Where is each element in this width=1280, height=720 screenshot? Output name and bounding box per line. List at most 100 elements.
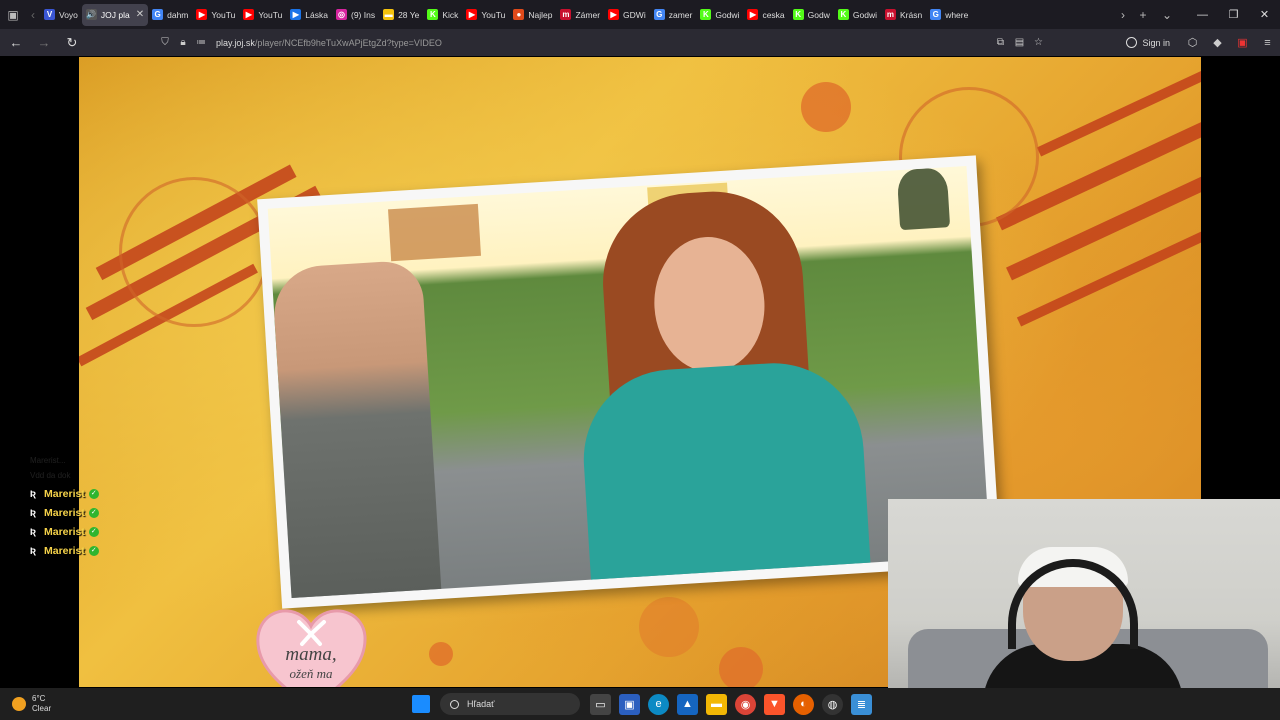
browser-tab[interactable]: K Godw xyxy=(789,4,834,26)
lock-icon[interactable]: 🔒︎ xyxy=(174,37,192,48)
tab-label: Láska xyxy=(305,9,328,20)
tracking-shield-icon[interactable]: ⛉ xyxy=(156,37,174,48)
logo-line2: ožeň ma xyxy=(290,666,333,681)
tab-favicon-icon: K xyxy=(837,9,849,20)
tab-label: YouTu xyxy=(258,9,283,20)
browser-tab[interactable]: ▶ YouTu xyxy=(192,4,239,26)
browser-tab[interactable]: ▶ YouTu xyxy=(462,4,509,26)
bookmark-star-icon[interactable]: ☆ xyxy=(1029,37,1048,48)
close-window-icon[interactable]: ✕ xyxy=(1249,8,1280,21)
tab-favicon-icon: K xyxy=(700,9,712,20)
decor-circle xyxy=(429,642,453,666)
tab-label: Godwi xyxy=(715,9,740,20)
brave-icon[interactable]: ▼ xyxy=(764,693,785,715)
tab-label: 28 Ye xyxy=(398,9,420,20)
tab-label: YouTu xyxy=(211,9,236,20)
tab-favicon-icon: ▶ xyxy=(196,9,208,20)
navigation-bar: ← → ↻ ⛉ 🔒︎ ≔ play.joj.sk/player/NCEfb9he… xyxy=(0,29,1280,56)
browser-tab[interactable]: ▬ 28 Ye xyxy=(379,4,423,26)
menu-icon[interactable]: ≡ xyxy=(1255,37,1280,49)
browser-tab[interactable]: K Godwi xyxy=(696,4,743,26)
tab-favicon-icon: V xyxy=(44,9,55,20)
tab-overview-icon[interactable]: ▣ xyxy=(0,0,26,29)
browser-tab[interactable]: Gdahm xyxy=(148,4,192,26)
browser-tab[interactable]: Gwhere xyxy=(926,4,972,26)
tab-scroll-left-icon[interactable]: ‹ xyxy=(26,0,40,29)
tab-favicon-icon: m xyxy=(884,9,896,20)
reader-view-icon[interactable]: ▤ xyxy=(1010,37,1029,48)
photos-icon[interactable]: ▲ xyxy=(677,693,698,715)
tab-label: Najlep xyxy=(528,9,553,20)
extension-badge-icon[interactable]: ▣ xyxy=(1230,36,1255,49)
notepad-icon[interactable]: ≣ xyxy=(851,693,872,715)
man-figure xyxy=(271,259,442,599)
browser-tab[interactable]: ▶ Láska xyxy=(286,4,332,26)
browser-tab[interactable]: K Godwi xyxy=(834,4,881,26)
store-icon[interactable]: ▣ xyxy=(619,693,640,715)
sign-in-button[interactable]: Sign in xyxy=(1126,37,1170,48)
decor-circle xyxy=(719,647,763,687)
tab-label: Godwi xyxy=(852,9,877,20)
stream-chat-overlay: Marerist... Vdd da dok Ʀ Marerist ✓ Ʀ Ma… xyxy=(30,454,99,560)
tab-favicon-icon: G xyxy=(653,9,665,20)
browser-tab[interactable]: 🔊 JOJ pla ✕ xyxy=(81,3,149,26)
windows-start-icon[interactable] xyxy=(412,695,430,713)
maximize-icon[interactable]: ❐ xyxy=(1218,8,1249,21)
weather-widget[interactable]: 6°C Clear xyxy=(12,694,51,714)
edge-icon[interactable]: e xyxy=(648,693,669,715)
verified-check-icon: ✓ xyxy=(88,526,99,537)
chat-message: Ʀ Marerist ✓ xyxy=(30,484,99,503)
picture-in-picture-icon[interactable]: ⧉ xyxy=(991,37,1010,48)
tab-list: V Voyo 🔊 JOJ pla ✕ Gdahm ▶ YouTu ▶ YouTu ▶ Láska ◎ (9… xyxy=(40,0,1115,29)
tab-label: YouTu xyxy=(481,9,506,20)
tab-label: Voyo xyxy=(59,9,78,20)
address-bar-actions: ⧉ ▤ ☆ xyxy=(991,32,1048,53)
address-bar[interactable]: ⛉ 🔒︎ ≔ play.joj.sk/player/NCEfb9heTuXwAP… xyxy=(156,32,1048,53)
browser-tab[interactable]: ▶ YouTu xyxy=(239,4,286,26)
chat-message: Ʀ Marerist ✓ xyxy=(30,503,99,522)
reload-button[interactable]: ↻ xyxy=(60,31,84,55)
browser-tab[interactable]: m Zámer xyxy=(556,4,604,26)
tab-label: dahm xyxy=(167,9,189,20)
browser-tab[interactable]: m Krásn xyxy=(881,4,926,26)
toolbar-right: Sign in ⬡ ◆ ▣ ≡ xyxy=(1126,29,1280,56)
browser-tab[interactable]: ▶ ceska xyxy=(743,4,788,26)
browser-tab[interactable]: ● Najlep xyxy=(509,4,556,26)
browser-tab[interactable]: V Voyo xyxy=(40,4,82,26)
firefox-icon[interactable]: ◐ xyxy=(793,693,814,715)
tab-label: Godw xyxy=(807,9,830,20)
tab-label: ceska xyxy=(762,9,785,20)
chat-faint-line: Vdd da dok xyxy=(30,471,71,480)
tab-favicon-icon: G xyxy=(930,9,942,20)
extension-shield-icon[interactable]: ◆ xyxy=(1205,36,1230,49)
tab-favicon-icon: m xyxy=(560,9,572,20)
kick-badge-icon: Ʀ xyxy=(30,526,37,537)
permissions-icon[interactable]: ≔ xyxy=(192,37,210,48)
verified-check-icon: ✓ xyxy=(88,488,99,499)
browser-tab[interactable]: Gzamer xyxy=(650,4,697,26)
url-text[interactable]: play.joj.sk/player/NCEfb9heTuXwAPjEtgZd?… xyxy=(216,38,442,48)
browser-tab[interactable]: ▶ GDWi xyxy=(604,4,650,26)
decor-stripe xyxy=(1016,224,1201,327)
minimize-icon[interactable]: — xyxy=(1187,9,1218,21)
tab-list-dropdown-icon[interactable]: ⌄ xyxy=(1155,0,1179,29)
browser-tab[interactable]: ◎ (9) Ins xyxy=(332,4,379,26)
url-domain: play.joj.sk xyxy=(216,37,255,48)
new-tab-icon[interactable]: + xyxy=(1131,0,1155,29)
tab-scroll-right-icon[interactable]: › xyxy=(1115,0,1131,29)
obs-icon[interactable]: ◍ xyxy=(822,693,843,715)
taskbar-search[interactable]: Hľadať xyxy=(440,693,580,715)
chat-username: Marerist xyxy=(44,544,85,557)
close-tab-icon[interactable]: ✕ xyxy=(136,9,144,20)
chat-message: Ʀ Marerist ✓ xyxy=(30,541,99,560)
url-path: /player/NCEfb9heTuXwAPjEtgZd?type=VIDEO xyxy=(254,37,442,48)
extensions-icon[interactable]: ⬡ xyxy=(1180,36,1205,49)
back-button[interactable]: ← xyxy=(4,31,28,55)
forward-button[interactable]: → xyxy=(32,31,56,55)
browser-tab[interactable]: K Kick xyxy=(423,4,462,26)
task-view-icon[interactable]: ▭ xyxy=(590,693,611,715)
chat-username: Marerist xyxy=(44,525,85,538)
chrome-icon[interactable]: ◉ xyxy=(735,693,756,715)
file-explorer-icon[interactable]: ▬ xyxy=(706,693,727,715)
show-logo: mama, ožeň ma xyxy=(256,609,367,687)
